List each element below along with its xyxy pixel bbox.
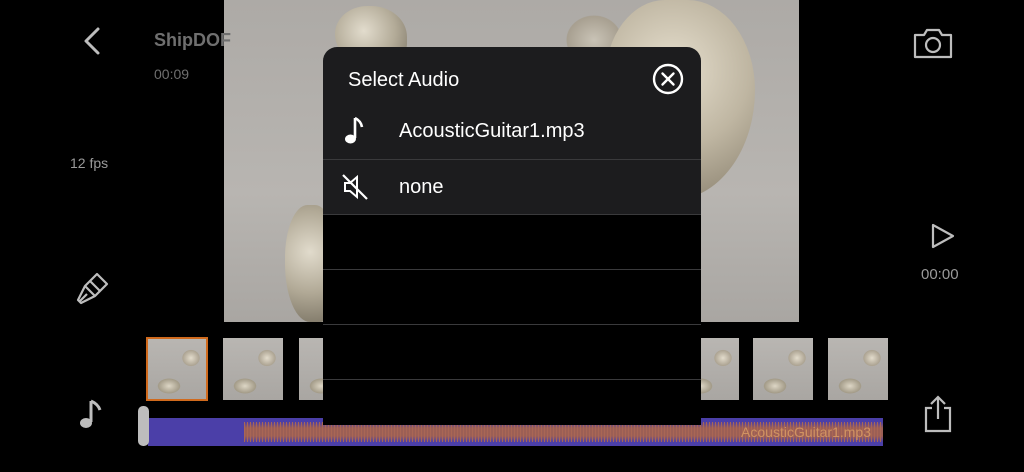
play-icon [931,223,955,249]
back-button[interactable] [78,26,106,56]
music-note-icon [341,116,369,146]
empty-list-row [323,214,701,269]
muted-speaker-icon [341,172,369,202]
fps-button[interactable]: 12 fps [70,155,108,171]
frame-thumbnail[interactable] [146,337,208,401]
frame-thumbnail[interactable] [223,338,283,400]
audio-button[interactable] [78,398,104,432]
frame-thumbnail[interactable] [828,338,888,400]
share-button[interactable] [922,394,954,434]
project-title: ShipDOF [154,30,231,50]
scrubber-handle[interactable] [138,406,149,446]
playback-time: 00:00 [921,266,959,283]
close-button[interactable] [652,63,684,95]
frame-thumbnail[interactable] [753,338,813,400]
audio-track-label: AcousticGuitar1.mp3 [741,424,871,440]
share-icon [924,395,952,433]
edit-brush-button[interactable] [73,270,111,308]
paintbrush-icon [76,272,109,305]
chevron-left-icon [84,27,100,55]
empty-list-row [323,269,701,324]
project-duration: 00:09 [154,66,190,82]
audio-option-none[interactable]: none [323,159,701,214]
close-circle-icon [652,63,684,95]
camera-icon [913,28,953,59]
empty-list-row [323,324,701,379]
camera-button[interactable] [912,26,954,60]
audio-option-label: none [399,176,444,198]
play-button[interactable] [928,222,958,250]
audio-option-acousticguitar[interactable]: AcousticGuitar1.mp3 [323,104,701,159]
music-note-icon [80,399,102,428]
audio-option-label: AcousticGuitar1.mp3 [399,120,585,142]
select-audio-modal: Select Audio AcousticGuitar1.mp3 none [323,47,701,425]
empty-list-row [323,379,701,425]
modal-title: Select Audio [348,69,460,91]
modal-header: Select Audio [323,47,701,105]
